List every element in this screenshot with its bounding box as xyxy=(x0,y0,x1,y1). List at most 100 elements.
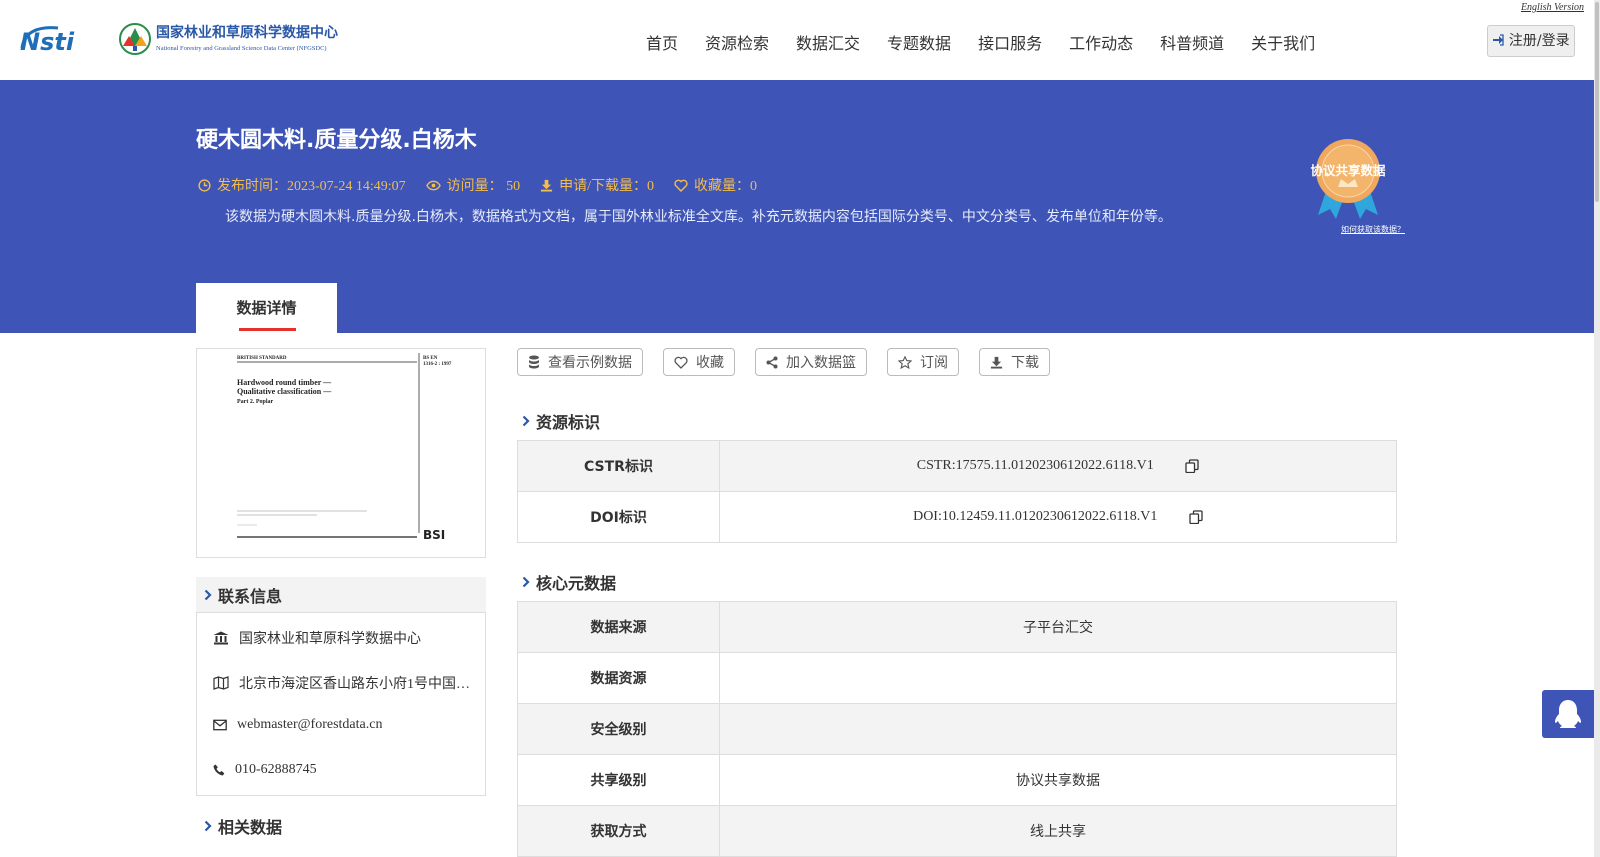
download-icon xyxy=(990,356,1003,369)
nav-news[interactable]: 工作动态 xyxy=(1069,30,1133,54)
favorite-button[interactable]: 收藏 xyxy=(663,348,735,376)
logo-subtitle: National Forestry and Grassland Science … xyxy=(156,44,327,52)
download-count-text: 申请/下载量：0 xyxy=(559,179,654,194)
chevron-right-icon xyxy=(522,576,530,588)
tab-data-details[interactable]: 数据详情 xyxy=(196,283,337,333)
heart-icon xyxy=(674,356,688,369)
thumb-doc-title: Hardwood round timber — Qualitative class… xyxy=(237,378,332,396)
tab-label: 数据详情 xyxy=(236,299,297,317)
nav-science[interactable]: 科普频道 xyxy=(1160,30,1224,54)
cstr-value: CSTR:17575.11.0120230612022.6118.V1 xyxy=(916,458,1154,473)
favorite-label: 收藏 xyxy=(696,355,724,371)
view-sample-button[interactable]: 查看示例数据 xyxy=(517,348,643,376)
award-ribbon-icon: 协议共享数据 xyxy=(1310,139,1386,219)
contact-email[interactable]: webmaster@forestdata.cn xyxy=(213,717,478,733)
doi-key: DOI标识 xyxy=(517,491,720,543)
favorite-count: 收藏量：0 xyxy=(674,175,757,195)
nav-home[interactable]: 首页 xyxy=(646,30,678,54)
nsti-logo[interactable]: Nsti xyxy=(18,22,98,59)
core-metadata-table: 数据来源 子平台汇交 数据资源 安全级别 共享级别 协议共享数据 获取方式 线上… xyxy=(517,601,1397,857)
page-title: 硬木圆木料.质量分级.白杨木 xyxy=(196,128,477,153)
favorite-count-text: 收藏量：0 xyxy=(694,179,757,194)
nfgsdc-emblem-icon xyxy=(119,23,151,55)
download-icon xyxy=(541,179,553,192)
table-row: 数据资源 xyxy=(517,652,1397,704)
subscribe-button[interactable]: 订阅 xyxy=(887,348,959,376)
data-resource-key: 数据资源 xyxy=(517,652,720,704)
document-thumbnail[interactable]: BRITISH STANDARD BS EN 1316-2 : 1997 Hard… xyxy=(196,348,486,558)
table-row: 数据来源 子平台汇交 xyxy=(517,601,1397,653)
clock-icon xyxy=(198,178,211,192)
share-level-value: 协议共享数据 xyxy=(719,754,1397,806)
thumb-bsi-brand: BSI xyxy=(423,528,445,542)
download-count: 申请/下载量：0 xyxy=(540,175,654,195)
heart-icon xyxy=(674,179,688,192)
nav-api-service[interactable]: 接口服务 xyxy=(978,30,1042,54)
doi-value: DOI:10.12459.11.0120230612022.6118.V1 xyxy=(913,509,1158,524)
table-row: 获取方式 线上共享 xyxy=(517,805,1397,857)
login-button[interactable]: 注册/登录 xyxy=(1487,25,1575,57)
add-to-basket-button[interactable]: 加入数据篮 xyxy=(755,348,867,376)
contact-heading: 联系信息 xyxy=(196,577,486,613)
table-row: 安全级别 xyxy=(517,703,1397,755)
institution-icon xyxy=(213,631,229,645)
identifiers-heading-text: 资源标识 xyxy=(536,413,601,432)
contact-email-text: webmaster@forestdata.cn xyxy=(237,717,383,732)
english-version-link[interactable]: English Version xyxy=(1521,2,1584,13)
download-button[interactable]: 下载 xyxy=(979,348,1050,376)
sign-in-icon xyxy=(1493,34,1505,46)
chevron-right-icon xyxy=(204,589,212,601)
publish-time: 发布时间：2023-07-24 14:49:07 xyxy=(198,175,406,195)
nav-about[interactable]: 关于我们 xyxy=(1251,30,1315,54)
thumb-doc-part: Part 2. Poplar xyxy=(237,399,273,405)
star-icon xyxy=(898,355,912,369)
table-row: 共享级别 协议共享数据 xyxy=(517,754,1397,806)
tab-active-indicator xyxy=(239,328,296,331)
visit-count-text: 访问量： 50 xyxy=(446,179,521,194)
meta-stats: 发布时间：2023-07-24 14:49:07 访问量： 50 申请/下载量：… xyxy=(198,175,777,195)
thumb-standard-label: BRITISH STANDARD xyxy=(237,356,287,361)
nav-topic-data[interactable]: 专题数据 xyxy=(887,30,951,54)
scrollbar-thumb[interactable] xyxy=(1595,2,1599,202)
table-row: CSTR标识 CSTR:17575.11.0120230612022.6118.… xyxy=(517,440,1397,492)
related-heading-text: 相关数据 xyxy=(218,818,283,837)
page-scrollbar[interactable] xyxy=(1594,0,1600,857)
identifiers-heading: 资源标识 xyxy=(522,409,600,433)
doi-value-cell: DOI:10.12459.11.0120230612022.6118.V1 xyxy=(719,491,1397,543)
logo-title: 国家林业和草原科学数据中心 xyxy=(156,24,338,41)
cstr-key: CSTR标识 xyxy=(517,440,720,492)
contact-phone-text: 010-62888745 xyxy=(235,762,317,777)
main-nav: 首页 资源检索 数据汇交 专题数据 接口服务 工作动态 科普频道 关于我们 xyxy=(646,30,1342,54)
contact-panel: 国家林业和草原科学数据中心 北京市海淀区香山路东小府1号中国林业科学研究院 we… xyxy=(196,612,486,796)
identifiers-table: CSTR标识 CSTR:17575.11.0120230612022.6118.… xyxy=(517,440,1397,543)
contact-address: 北京市海淀区香山路东小府1号中国林业科学研究院 xyxy=(213,673,478,693)
how-to-get-data-link[interactable]: 如何获取该数据？ xyxy=(1341,224,1405,235)
cstr-value-cell: CSTR:17575.11.0120230612022.6118.V1 xyxy=(719,440,1397,492)
qq-chat-button[interactable] xyxy=(1542,690,1594,738)
security-level-value xyxy=(719,703,1397,755)
security-level-key: 安全级别 xyxy=(517,703,720,755)
subscribe-label: 订阅 xyxy=(920,355,948,371)
data-resource-value xyxy=(719,652,1397,704)
contact-org-text: 国家林业和草原科学数据中心 xyxy=(239,632,421,647)
nfgsdc-logo[interactable]: 国家林业和草原科学数据中心 National Forestry and Gras… xyxy=(118,22,338,56)
map-icon xyxy=(213,676,229,690)
copy-icon[interactable] xyxy=(1189,510,1203,524)
nav-resource-search[interactable]: 资源检索 xyxy=(705,30,769,54)
envelope-icon xyxy=(213,719,227,731)
share-level-key: 共享级别 xyxy=(517,754,720,806)
chevron-right-icon xyxy=(204,820,212,832)
access-method-value: 线上共享 xyxy=(719,805,1397,857)
copy-icon[interactable] xyxy=(1185,459,1199,473)
penguin-icon xyxy=(1555,700,1581,728)
table-row: DOI标识 DOI:10.12459.11.0120230612022.6118… xyxy=(517,491,1397,543)
download-label: 下载 xyxy=(1011,355,1039,371)
data-source-value: 子平台汇交 xyxy=(719,601,1397,653)
nav-data-submission[interactable]: 数据汇交 xyxy=(796,30,860,54)
badge-text: 协议共享数据 xyxy=(1310,163,1386,178)
data-description: 该数据为硬木圆木料.质量分级.白杨木，数据格式为文档，属于国外林业标准全文库。补… xyxy=(225,209,1172,225)
add-to-basket-label: 加入数据篮 xyxy=(786,355,856,371)
share-icon xyxy=(766,356,778,368)
chevron-right-icon xyxy=(522,415,530,427)
eye-icon xyxy=(425,180,441,190)
